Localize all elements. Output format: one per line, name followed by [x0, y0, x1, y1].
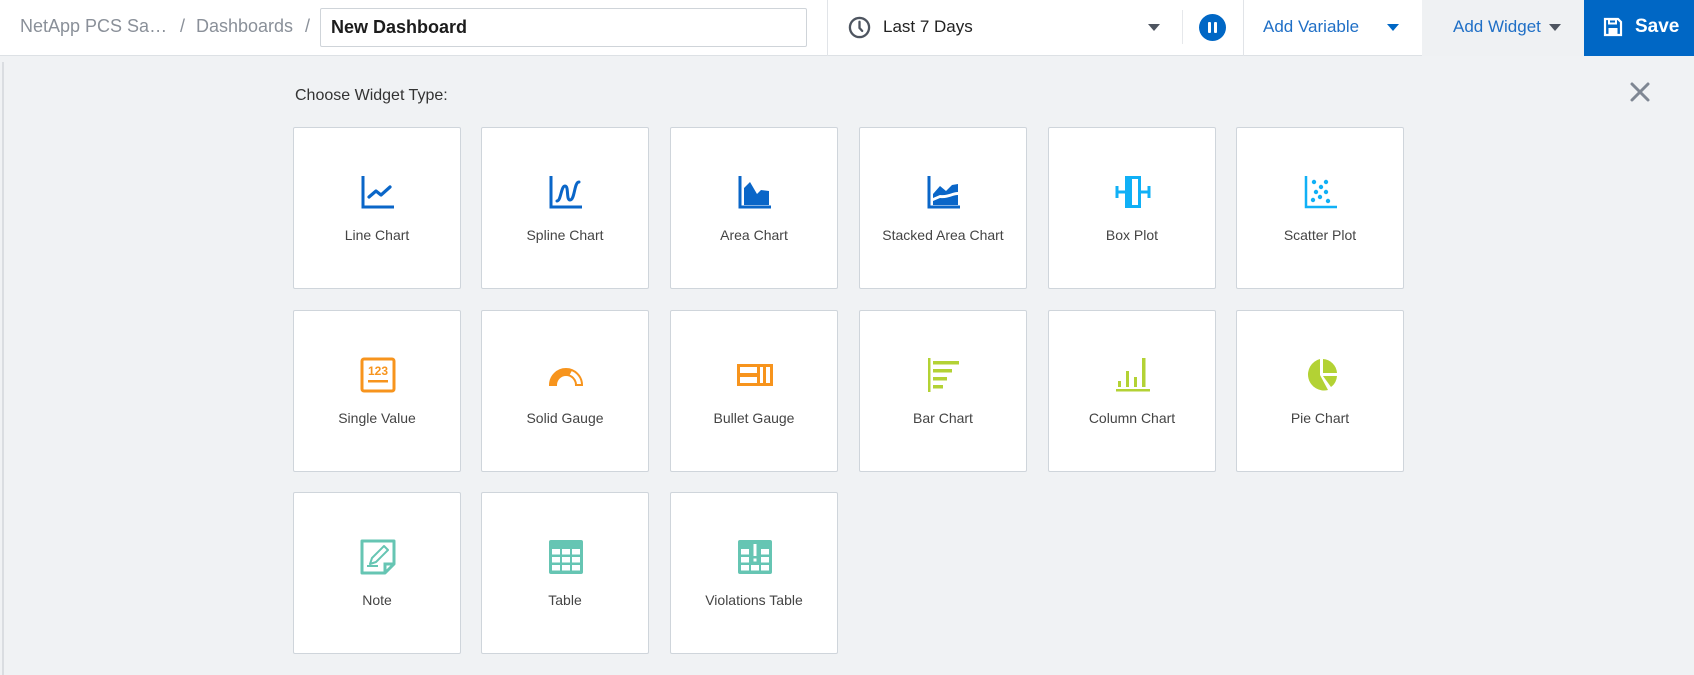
save-label: Save — [1635, 16, 1680, 37]
table-icon — [549, 540, 583, 574]
bar-chart-icon — [928, 358, 959, 392]
widget-type-bar-chart[interactable]: Bar Chart — [859, 310, 1027, 472]
widget-type-label: Pie Chart — [1290, 410, 1350, 426]
widget-type-pie-chart[interactable]: Pie Chart — [1236, 310, 1404, 472]
choose-widget-heading: Choose Widget Type: — [295, 87, 448, 104]
widget-type-label: Scatter Plot — [1283, 227, 1357, 243]
widget-type-single-value[interactable]: 123 Single Value — [293, 310, 461, 472]
widget-type-label: Area Chart — [720, 227, 788, 243]
add-widget-button[interactable]: Add Widget — [1422, 0, 1584, 56]
widget-type-label: Line Chart — [344, 227, 410, 243]
chevron-down-icon — [1387, 24, 1399, 31]
breadcrumb-item-dashboards[interactable]: Dashboards — [196, 16, 293, 37]
solid-gauge-icon — [548, 368, 584, 386]
breadcrumb-separator: / — [180, 16, 186, 36]
scatter-plot-icon — [1304, 176, 1337, 209]
breadcrumb-separator: / — [305, 16, 311, 36]
pause-icon-bar — [1208, 22, 1211, 33]
time-range-selector[interactable]: Last 7 Days — [828, 0, 1180, 56]
box-plot-icon — [1115, 176, 1151, 208]
pause-icon-bar — [1214, 22, 1217, 33]
widget-type-label: Solid Gauge — [526, 410, 604, 426]
widget-type-label: Single Value — [338, 410, 416, 426]
floppy-disk-icon — [1603, 17, 1623, 37]
add-widget-label: Add Widget — [1453, 17, 1541, 36]
widget-type-label: Note — [362, 592, 392, 608]
add-variable-label: Add Variable — [1263, 17, 1360, 36]
chevron-down-icon — [1148, 24, 1160, 31]
time-range-label: Last 7 Days — [883, 17, 973, 36]
bullet-gauge-icon — [737, 364, 773, 386]
widget-type-label: Box Plot — [1105, 227, 1159, 243]
save-button[interactable]: Save — [1584, 0, 1694, 56]
column-chart-icon — [1116, 358, 1150, 392]
top-bar: NetApp PCS Sa… / Dashboards / Last 7 Day… — [0, 0, 1694, 56]
widget-type-box-plot[interactable]: Box Plot — [1048, 127, 1216, 289]
widget-type-note[interactable]: Note — [293, 492, 461, 654]
widget-type-label: Table — [548, 592, 582, 608]
pause-refresh-button[interactable] — [1199, 14, 1226, 41]
pie-chart-icon — [1307, 359, 1337, 391]
dashboard-title-input[interactable] — [320, 8, 807, 47]
area-chart-icon — [738, 176, 771, 209]
widget-type-label: Column Chart — [1088, 410, 1176, 426]
widget-type-label: Stacked Area Chart — [882, 227, 1004, 243]
spline-chart-icon — [549, 176, 582, 209]
widget-type-solid-gauge[interactable]: Solid Gauge — [481, 310, 649, 472]
widget-type-label: Bullet Gauge — [713, 410, 795, 426]
widget-type-violations-table[interactable]: Violations Table — [670, 492, 838, 654]
close-icon[interactable] — [1628, 80, 1652, 104]
panel-left-border — [2, 62, 4, 675]
add-variable-button[interactable]: Add Variable — [1244, 0, 1422, 56]
widget-type-spline-chart[interactable]: Spline Chart — [481, 127, 649, 289]
widget-type-label: Violations Table — [705, 592, 803, 608]
divider — [1182, 10, 1183, 44]
widget-type-table[interactable]: Table — [481, 492, 649, 654]
clock-icon — [848, 16, 871, 39]
widget-type-stacked-area-chart[interactable]: Stacked Area Chart — [859, 127, 1027, 289]
widget-type-scatter-plot[interactable]: Scatter Plot — [1236, 127, 1404, 289]
svg-text:123: 123 — [368, 364, 388, 378]
single-value-icon: 123 — [360, 357, 396, 393]
widget-type-bullet-gauge[interactable]: Bullet Gauge — [670, 310, 838, 472]
widget-type-line-chart[interactable]: Line Chart — [293, 127, 461, 289]
violations-table-icon — [738, 540, 772, 574]
line-chart-icon — [361, 176, 394, 209]
widget-type-column-chart[interactable]: Column Chart — [1048, 310, 1216, 472]
widget-type-label: Spline Chart — [526, 227, 604, 243]
note-icon — [360, 539, 396, 575]
chevron-down-icon — [1549, 24, 1561, 31]
widget-type-label: Bar Chart — [913, 410, 973, 426]
widget-type-area-chart[interactable]: Area Chart — [670, 127, 838, 289]
breadcrumb-item-account[interactable]: NetApp PCS Sa… — [20, 16, 167, 37]
stacked-area-chart-icon — [927, 176, 960, 209]
